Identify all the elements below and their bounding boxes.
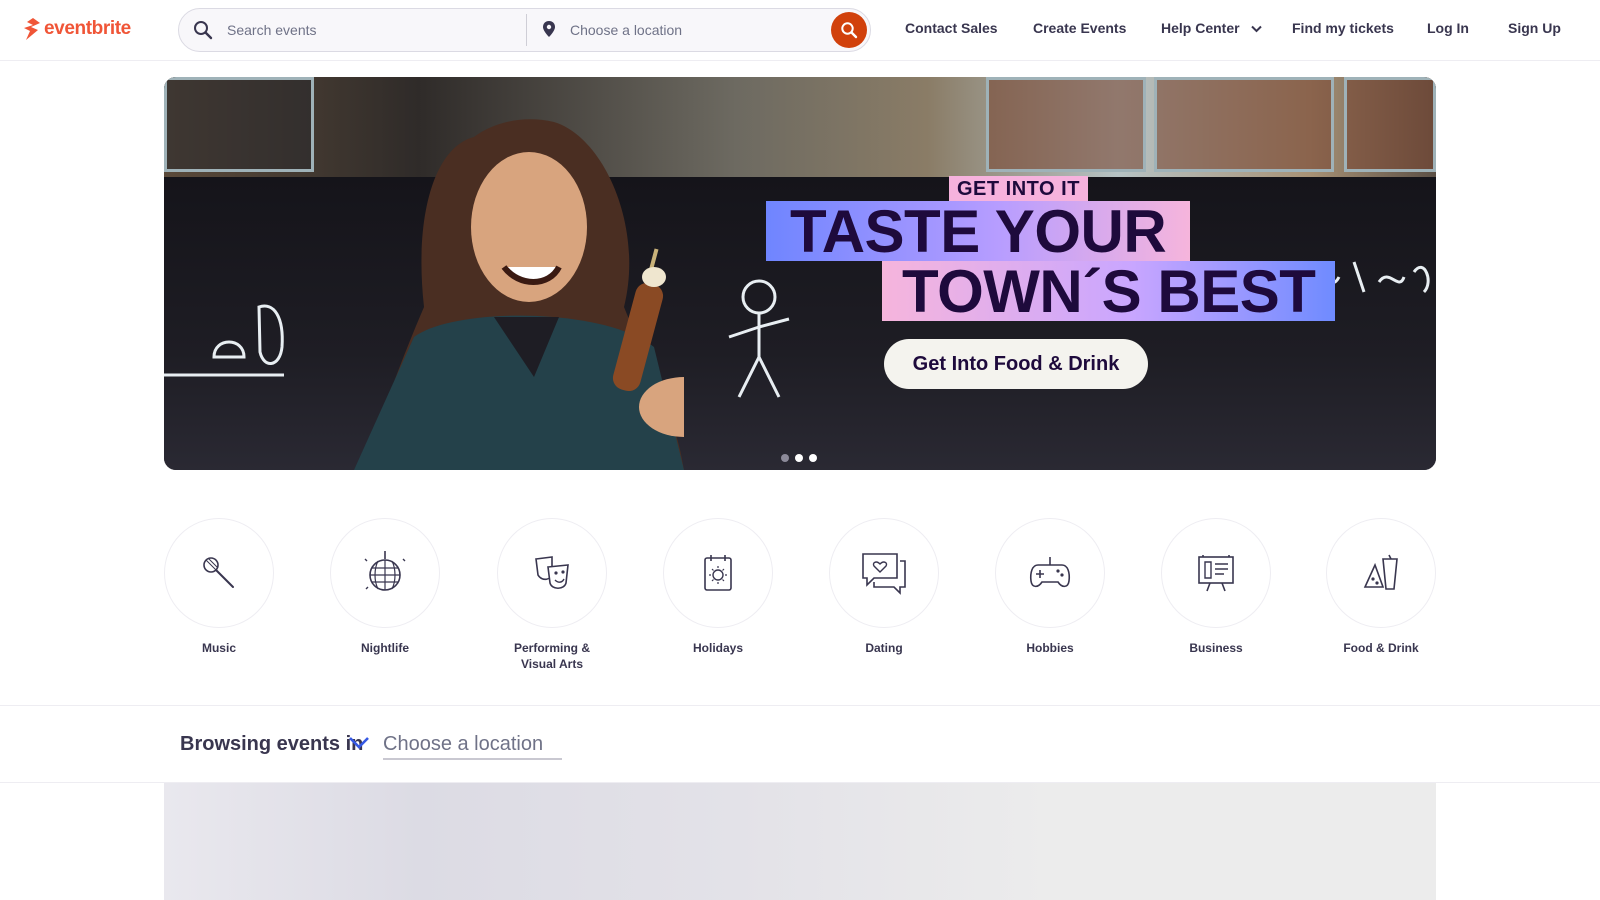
nav-find-my-tickets[interactable]: Find my tickets	[1292, 20, 1394, 36]
chat-heart-icon	[862, 553, 906, 595]
category-holidays[interactable]: Holidays	[663, 518, 773, 656]
presentation-board-icon	[1198, 555, 1234, 592]
location-input[interactable]	[570, 19, 810, 41]
doodle-chef	[728, 279, 790, 398]
category-nightlife-circle	[330, 518, 440, 628]
category-performing-visual-arts-circle	[497, 518, 607, 628]
category-food-drink[interactable]: Food & Drink	[1326, 518, 1436, 656]
browsing-location-bar: Browsing events in	[0, 705, 1600, 783]
carousel-dots	[781, 454, 817, 462]
category-holidays-label: Holidays	[692, 641, 743, 655]
nav-help-center[interactable]: Help Center	[1161, 20, 1263, 36]
hero-window-food-2	[1154, 77, 1334, 172]
doodle-left	[164, 304, 284, 377]
category-music[interactable]: Music	[164, 518, 274, 656]
search-button-icon	[841, 22, 858, 39]
category-hobbies-circle	[995, 518, 1105, 628]
search-input[interactable]	[227, 19, 517, 41]
top-header: eventbrite Contact Sales Create Events H…	[0, 0, 1600, 61]
category-music-circle	[164, 518, 274, 628]
nav-sign-up[interactable]: Sign Up	[1508, 20, 1561, 36]
search-button[interactable]	[831, 12, 867, 48]
browse-location-input[interactable]	[383, 730, 562, 760]
food-drink-icon	[1363, 554, 1398, 590]
gamepad-icon	[1029, 557, 1071, 588]
hero-window-left	[164, 77, 314, 172]
calendar-icon	[704, 555, 732, 591]
category-hobbies-label: Hobbies	[1026, 641, 1074, 655]
chevron-down-icon	[1251, 26, 1263, 33]
category-performing-visual-arts[interactable]: Performing & Visual Arts	[497, 518, 607, 672]
browsing-label: Browsing events in	[180, 733, 364, 755]
category-dating[interactable]: Dating	[829, 518, 939, 656]
category-hobbies[interactable]: Hobbies	[995, 518, 1105, 656]
category-food-drink-label: Food & Drink	[1343, 641, 1419, 655]
search-bar	[178, 8, 871, 52]
content-loading-skeleton	[164, 783, 1436, 900]
chevron-down-icon	[349, 737, 369, 749]
eventbrite-logo[interactable]: eventbrite	[23, 16, 131, 42]
category-food-drink-circle	[1326, 518, 1436, 628]
hero-window-food-1	[986, 77, 1146, 172]
hero-headline-line-2: TOWN´S BEST	[882, 261, 1336, 323]
search-divider	[526, 14, 527, 46]
disco-ball-icon	[364, 551, 406, 591]
category-dating-label: Dating	[865, 641, 903, 655]
location-pin-icon	[540, 20, 558, 40]
microphone-icon	[203, 557, 234, 588]
category-business-circle	[1161, 518, 1271, 628]
eventbrite-logo-icon	[24, 18, 40, 40]
hero-cta-button[interactable]: Get Into Food & Drink	[884, 339, 1148, 389]
hero-window-food-3	[1344, 77, 1436, 172]
category-holidays-circle	[663, 518, 773, 628]
category-dating-circle	[829, 518, 939, 628]
brand-name: eventbrite	[44, 18, 131, 39]
hero-headline-line-1: TASTE YOUR	[766, 201, 1191, 263]
category-nightlife[interactable]: Nightlife	[330, 518, 440, 656]
category-business-label: Business	[1189, 641, 1243, 655]
carousel-dot-2[interactable]	[795, 454, 803, 462]
nav-contact-sales[interactable]: Contact Sales	[905, 20, 998, 36]
carousel-dot-1[interactable]	[781, 454, 789, 462]
category-nightlife-label: Nightlife	[361, 641, 409, 655]
search-icon	[193, 20, 213, 40]
hero-person-image	[354, 119, 684, 470]
nav-help-center-label: Help Center	[1161, 20, 1240, 36]
nav-log-in[interactable]: Log In	[1427, 20, 1469, 36]
category-business[interactable]: Business	[1161, 518, 1271, 656]
nav-create-events[interactable]: Create Events	[1033, 20, 1126, 36]
category-performing-visual-arts-label: Performing & Visual Arts	[513, 641, 590, 671]
category-row: Music Nightlife Performing & Visual Arts	[164, 518, 1436, 671]
location-dropdown-chevron[interactable]	[348, 736, 370, 755]
category-music-label: Music	[201, 641, 236, 655]
hero-carousel[interactable]: GET INTO IT TASTE YOUR TOWN´S BEST Get I…	[164, 77, 1436, 470]
theater-masks-icon	[535, 556, 569, 590]
carousel-dot-3[interactable]	[809, 454, 817, 462]
